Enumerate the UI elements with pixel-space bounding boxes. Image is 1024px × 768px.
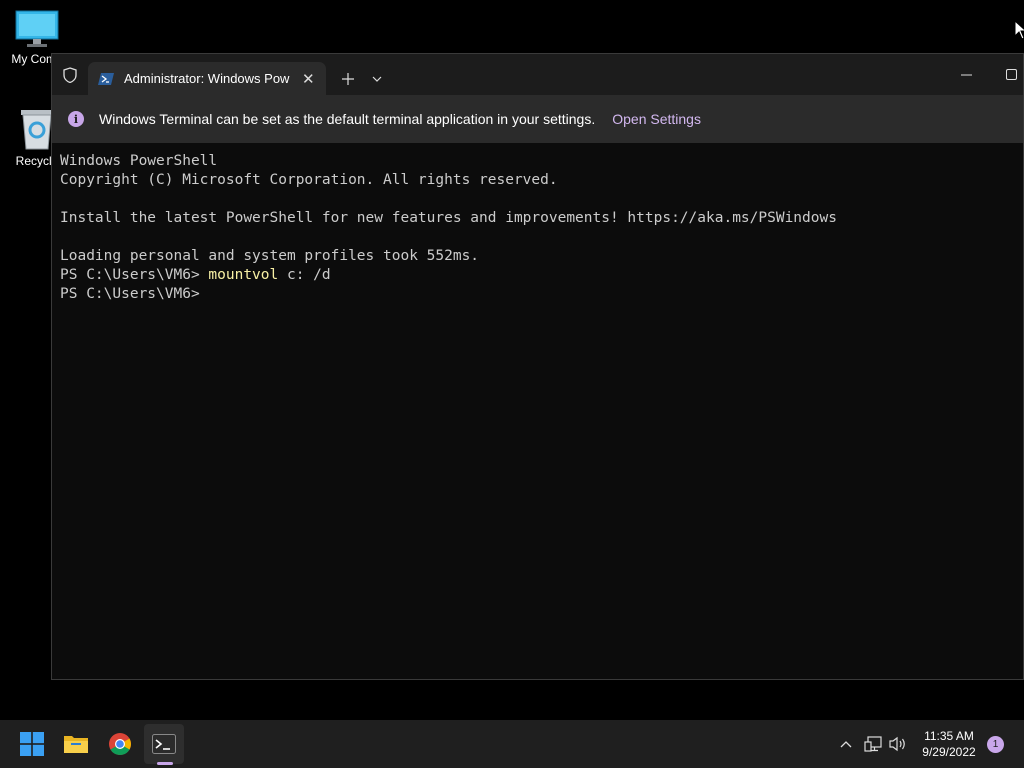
title-bar: Administrator: Windows Powe ✕ — [52, 54, 1023, 95]
terminal-window: Administrator: Windows Powe ✕ i Windows … — [51, 53, 1024, 680]
info-bar: i Windows Terminal can be set as the def… — [52, 95, 1023, 143]
admin-shield-icon — [52, 54, 88, 95]
prompt: PS C:\Users\VM6> — [60, 267, 209, 283]
terminal-button[interactable] — [144, 724, 184, 764]
info-message: Windows Terminal can be set as the defau… — [99, 111, 596, 127]
file-explorer-button[interactable] — [56, 724, 96, 764]
recycle-bin-icon — [21, 110, 53, 150]
terminal-prompt-line: PS C:\Users\VM6> — [60, 285, 837, 304]
volume-button[interactable] — [887, 730, 909, 758]
close-tab-icon[interactable]: ✕ — [302, 70, 315, 88]
terminal-line: Loading personal and system profiles too… — [60, 248, 480, 264]
clock[interactable]: 11:35 AM 9/29/2022 — [914, 728, 984, 760]
plus-icon — [342, 72, 354, 85]
command-name: mountvol — [208, 267, 279, 283]
start-button[interactable] — [12, 724, 52, 764]
terminal-line: Install the latest PowerShell for new fe… — [60, 210, 837, 226]
terminal-command-line: PS C:\Users\VM6> mountvol c: /d — [60, 266, 837, 285]
info-icon: i — [68, 111, 84, 127]
terminal-icon — [152, 734, 176, 754]
clock-time: 11:35 AM — [924, 729, 974, 743]
notification-badge[interactable]: 1 — [987, 736, 1004, 753]
open-settings-link[interactable]: Open Settings — [612, 111, 701, 127]
tab-title: Administrator: Windows Powe — [124, 71, 290, 86]
volume-icon — [889, 736, 905, 752]
chrome-button[interactable] — [100, 724, 140, 764]
new-tab-button[interactable] — [330, 63, 366, 95]
network-icon — [864, 736, 882, 752]
tab-dropdown-button[interactable] — [366, 63, 388, 95]
file-explorer-icon — [64, 736, 88, 753]
powershell-icon — [98, 72, 114, 85]
computer-icon — [15, 10, 59, 47]
minimize-button[interactable] — [948, 54, 984, 95]
minimize-icon — [960, 74, 972, 75]
network-button[interactable] — [862, 730, 884, 758]
terminal-output[interactable]: Windows PowerShell Copyright (C) Microsof… — [60, 152, 837, 304]
terminal-line: Windows PowerShell — [60, 153, 218, 169]
start-icon — [20, 732, 44, 756]
show-hidden-icons-button[interactable] — [836, 730, 856, 758]
tab-powershell[interactable]: Administrator: Windows Powe ✕ — [88, 62, 326, 95]
chrome-icon — [109, 733, 131, 755]
taskbar: 11:35 AM 9/29/2022 — [0, 720, 1024, 768]
prompt: PS C:\Users\VM6> — [60, 286, 209, 302]
chevron-down-icon — [372, 76, 382, 82]
terminal-line: Copyright (C) Microsoft Corporation. All… — [60, 172, 558, 188]
maximize-button[interactable] — [993, 54, 1024, 95]
command-args: c: /d — [278, 267, 331, 283]
clock-date: 9/29/2022 — [922, 745, 976, 759]
active-app-indicator — [157, 762, 173, 765]
maximize-icon — [1005, 69, 1017, 80]
chevron-up-icon — [840, 740, 852, 747]
mouse-cursor-icon — [1014, 20, 1024, 40]
